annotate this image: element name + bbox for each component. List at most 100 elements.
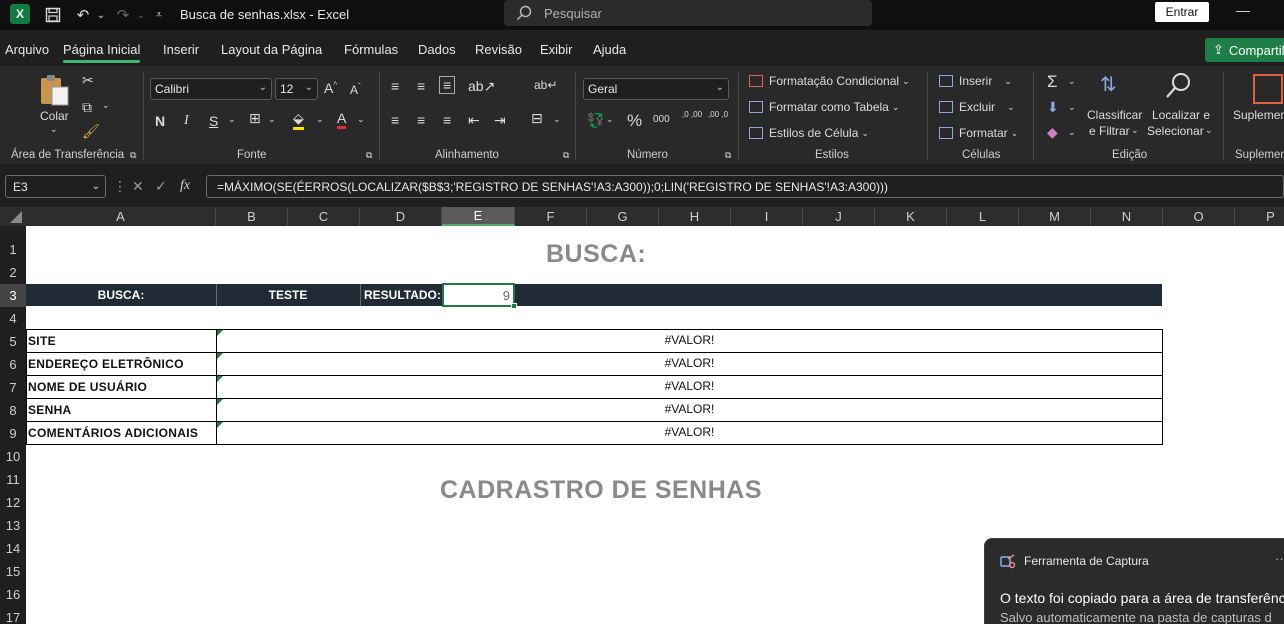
align-bottom-icon[interactable]: ≡ xyxy=(439,76,456,94)
cancel-icon[interactable]: ✕ xyxy=(132,178,144,195)
font-color-dropdown-icon[interactable]: ⌄ xyxy=(357,114,365,125)
busca-value-cell[interactable]: TESTE xyxy=(216,284,360,306)
column-header-m[interactable]: M xyxy=(1019,207,1091,226)
paste-icon[interactable] xyxy=(38,72,72,108)
enter-icon[interactable]: ✓ xyxy=(155,178,167,195)
tab-dados[interactable]: Dados xyxy=(418,42,456,57)
field-label-username[interactable]: NOME DE USUÁRIO xyxy=(28,380,147,394)
paste-label[interactable]: Colar xyxy=(40,109,69,123)
row-header-12[interactable]: 12 xyxy=(0,491,26,514)
tab-arquivo[interactable]: Arquivo xyxy=(5,42,49,57)
insert-function-icon[interactable]: fx xyxy=(180,178,190,194)
currency-dropdown-icon[interactable]: ⌄ xyxy=(606,114,614,125)
resultado-value-cell[interactable]: 9 xyxy=(442,283,515,307)
row-header-13[interactable]: 13 xyxy=(0,514,26,537)
column-header-l[interactable]: L xyxy=(947,207,1019,226)
align-left-icon[interactable]: ≡ xyxy=(391,112,399,128)
undo-dropdown-icon[interactable]: ⌄ xyxy=(90,4,112,26)
select-all-corner[interactable] xyxy=(0,207,26,226)
thousands-button[interactable]: 000 xyxy=(653,114,670,125)
addins-icon[interactable] xyxy=(1253,74,1283,104)
minimize-button[interactable]: — xyxy=(1236,2,1250,22)
column-header-j[interactable]: J xyxy=(803,207,875,226)
fill-handle[interactable] xyxy=(511,303,517,309)
fill-color-dropdown-icon[interactable]: ⌄ xyxy=(316,114,324,125)
column-header-p[interactable]: P xyxy=(1235,207,1284,226)
font-launcher-icon[interactable]: ⧉ xyxy=(366,150,372,161)
field-label-site[interactable]: SITE xyxy=(28,334,56,348)
italic-button[interactable]: I xyxy=(184,113,189,129)
busca-label-cell[interactable]: BUSCA: xyxy=(26,284,216,306)
cell-styles-button[interactable]: Estilos de Célula ⌄ xyxy=(749,126,869,140)
orientation-icon[interactable]: ab↗ xyxy=(468,78,495,95)
row-header-4[interactable]: 4 xyxy=(0,307,26,330)
row-header-1[interactable]: 1 xyxy=(0,238,26,261)
column-header-n[interactable]: N xyxy=(1091,207,1163,226)
find-select-label[interactable]: Localizar e xyxy=(1152,108,1210,122)
tab-revisao[interactable]: Revisão xyxy=(475,42,522,57)
find-select-icon[interactable] xyxy=(1163,71,1193,101)
clear-icon[interactable]: ◆ xyxy=(1047,124,1058,141)
borders-dropdown-icon[interactable]: ⌄ xyxy=(268,114,276,125)
row-header-5[interactable]: 5 xyxy=(0,330,26,353)
tab-formulas[interactable]: Fórmulas xyxy=(344,42,398,57)
tab-exibir[interactable]: Exibir xyxy=(540,42,573,57)
borders-icon[interactable]: ⊞ xyxy=(249,110,261,127)
search-input[interactable]: Pesquisar xyxy=(504,0,872,26)
row-header-17[interactable]: 17 xyxy=(0,606,26,624)
autosum-icon[interactable]: Σ xyxy=(1047,72,1058,92)
format-as-table-button[interactable]: Formatar como Tabela ⌄ xyxy=(749,100,899,114)
column-header-h[interactable]: H xyxy=(659,207,731,226)
field-value-site[interactable]: #VALOR! xyxy=(217,333,1162,347)
underline-dropdown-icon[interactable]: ⌄ xyxy=(228,114,236,125)
column-header-d[interactable]: D xyxy=(360,207,442,226)
align-top-icon[interactable]: ≡ xyxy=(391,78,399,94)
row-header-10[interactable]: 10 xyxy=(0,445,26,468)
percent-button[interactable]: % xyxy=(627,111,642,131)
row-header-2[interactable]: 2 xyxy=(0,261,26,284)
grow-font-icon[interactable]: A^ xyxy=(324,80,337,96)
insert-cells-button[interactable]: Inserir ⌄ xyxy=(939,74,1012,88)
name-box[interactable]: E3 ⌄ xyxy=(5,175,106,198)
row-header-3[interactable]: 3 xyxy=(0,284,26,307)
row-header-14[interactable]: 14 xyxy=(0,537,26,560)
field-label-password[interactable]: SENHA xyxy=(28,403,72,417)
formula-input[interactable]: =MÁXIMO(SE(ÉERROS(LOCALIZAR($B$3;'REGIST… xyxy=(206,175,1284,198)
clear-dropdown-icon[interactable]: ⌄ xyxy=(1068,127,1076,138)
addins-label[interactable]: Suplemen xyxy=(1233,108,1284,122)
field-label-email[interactable]: ENDEREÇO ELETRÔNICO xyxy=(28,357,184,371)
row-header-15[interactable]: 15 xyxy=(0,560,26,583)
resultado-label-cell[interactable]: RESULTADO: xyxy=(364,284,442,306)
font-size-select[interactable]: 12 ⌄ xyxy=(275,78,318,100)
sort-filter-label-2[interactable]: e Filtrar xyxy=(1089,124,1130,138)
column-header-o[interactable]: O xyxy=(1163,207,1235,226)
field-value-email[interactable]: #VALOR! xyxy=(217,356,1162,370)
bold-button[interactable]: N xyxy=(155,113,165,129)
align-center-icon[interactable]: ≡ xyxy=(417,112,425,128)
column-header-a[interactable]: A xyxy=(26,207,216,226)
decrease-decimal-button[interactable]: ,00 ,0 xyxy=(708,110,730,119)
font-name-select[interactable]: Calibri ⌄ xyxy=(150,78,272,100)
shrink-font-icon[interactable]: Aˇ xyxy=(350,82,361,97)
paste-dropdown-icon[interactable]: ⌄ xyxy=(50,124,58,135)
field-value-username[interactable]: #VALOR! xyxy=(217,379,1162,393)
row-header-8[interactable]: 8 xyxy=(0,399,26,422)
currency-icon[interactable]: 💱 xyxy=(587,112,604,129)
fill-dropdown-icon[interactable]: ⌄ xyxy=(1068,102,1076,113)
find-select-label-2[interactable]: Selecionar xyxy=(1147,124,1204,138)
field-label-comments[interactable]: COMENTÁRIOS ADICIONAIS xyxy=(28,426,198,440)
save-icon[interactable] xyxy=(42,4,64,26)
clipboard-launcher-icon[interactable]: ⧉ xyxy=(130,150,136,161)
number-format-select[interactable]: Geral ⌄ xyxy=(583,78,729,100)
format-painter-icon[interactable]: 🖌 xyxy=(82,123,100,140)
conditional-formatting-button[interactable]: Formatação Condicional ⌄ xyxy=(749,74,910,88)
more-options-icon[interactable]: ⋮ xyxy=(113,178,127,195)
row-header-6[interactable]: 6 xyxy=(0,353,26,376)
column-header-i[interactable]: I xyxy=(731,207,803,226)
format-cells-button[interactable]: Formatar ⌄ xyxy=(939,126,1018,140)
tab-pagina-inicial[interactable]: Página Inicial xyxy=(63,42,141,63)
find-select-dropdown-icon[interactable]: ⌄ xyxy=(1205,125,1213,136)
number-launcher-icon[interactable]: ⧉ xyxy=(725,150,731,161)
column-header-f[interactable]: F xyxy=(515,207,587,226)
column-header-k[interactable]: K xyxy=(875,207,947,226)
